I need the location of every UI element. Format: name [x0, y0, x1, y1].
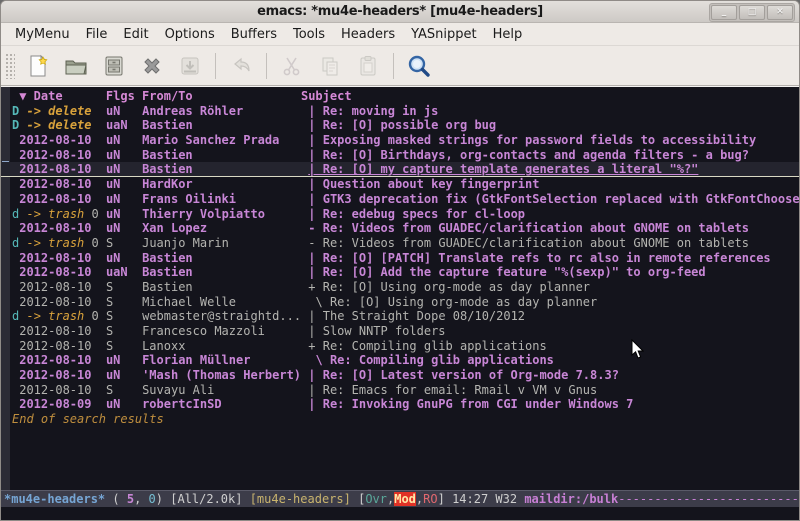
modeline-plain: ): [156, 492, 170, 506]
mode-line[interactable]: *mu4e-headers* ( 5, 0) [All/2.0k] [mu4e-…: [1, 490, 799, 507]
headers-list: ▼ Date Flgs From/To SubjectD -> delete u…: [12, 89, 799, 427]
menu-item-mymenu[interactable]: MyMenu: [7, 24, 78, 45]
end-of-search-results: End of search results: [12, 412, 799, 427]
message-row[interactable]: D -> delete uN Andreas Röhler | Re: movi…: [12, 104, 799, 119]
message-row[interactable]: 2012-08-10 uN Bastien | Re: [O] Birthday…: [12, 148, 799, 163]
file-cabinet-icon[interactable]: [97, 50, 131, 82]
undo-icon: [224, 50, 258, 82]
modeline-mod: Mod: [394, 492, 416, 506]
open-folder-icon[interactable]: [59, 50, 93, 82]
left-fringe[interactable]: [1, 87, 10, 490]
message-row[interactable]: 2012-08-10 S Francesco Mazzoli | Slow NN…: [12, 324, 799, 339]
toolbar-separator: [393, 53, 394, 79]
message-row[interactable]: 2012-08-10 uN Frans Oilinki | GTK3 depre…: [12, 192, 799, 207]
message-row[interactable]: 2012-08-10 S Suvayu Ali | Re: Emacs for …: [12, 383, 799, 398]
new-file-icon[interactable]: [21, 50, 55, 82]
cut-icon: [275, 50, 309, 82]
save-icon: [173, 50, 207, 82]
modeline-maildir: maildir:/bulk: [524, 492, 618, 506]
menu-item-help[interactable]: Help: [485, 24, 531, 45]
message-row[interactable]: d -> trash 0 S Juanjo Marin - Re: Videos…: [12, 236, 799, 251]
paste-icon: [351, 50, 385, 82]
modeline-plain: ,: [134, 492, 148, 506]
message-row[interactable]: 2012-08-10 uN Florian Müllner \ Re: Comp…: [12, 353, 799, 368]
toolbar-separator: [215, 53, 216, 79]
menu-item-tools[interactable]: Tools: [285, 24, 333, 45]
maximize-button[interactable]: □: [739, 5, 765, 20]
modeline-plain: [All/2.0k]: [170, 492, 249, 506]
modeline-plain: (: [105, 492, 127, 506]
search-icon[interactable]: [402, 50, 436, 82]
menu-item-options[interactable]: Options: [157, 24, 223, 45]
modeline-plain: ]: [438, 492, 452, 506]
modeline-count-cyan: 0: [149, 492, 156, 506]
column-headers[interactable]: ▼ Date Flgs From/To Subject: [12, 89, 799, 104]
menu-item-headers[interactable]: Headers: [333, 24, 403, 45]
message-row[interactable]: 2012-08-10 uaN Bastien | Re: [O] Add the…: [12, 265, 799, 280]
menu-bar: MyMenuFileEditOptionsBuffersToolsHeaders…: [1, 23, 799, 46]
menu-item-edit[interactable]: Edit: [115, 24, 156, 45]
message-row[interactable]: 2012-08-10 S Michael Welle \ Re: [O] Usi…: [12, 295, 799, 310]
copy-icon: [313, 50, 347, 82]
message-row[interactable]: D -> delete uaN Bastien | Re: [O] possib…: [12, 118, 799, 133]
modeline-ovr: Ovr: [365, 492, 387, 506]
echo-area[interactable]: [1, 507, 799, 521]
modeline-buffer-name: *mu4e-headers*: [4, 492, 105, 506]
toolbar-separator: [266, 53, 267, 79]
modeline-ro: RO: [423, 492, 437, 506]
message-row[interactable]: 2012-08-10 uN Xan Lopez - Re: Videos fro…: [12, 221, 799, 236]
emacs-window: emacs: *mu4e-headers* [mu4e-headers] _□✕…: [0, 0, 800, 521]
modeline-major-mode: [mu4e-headers]: [250, 492, 358, 506]
window-controls: _□✕: [709, 3, 795, 22]
message-row[interactable]: 2012-08-10 uN HardKor | Question about k…: [12, 177, 799, 192]
mu4e-headers-buffer: ▼ Date Flgs From/To SubjectD -> delete u…: [1, 86, 799, 490]
message-row[interactable]: d -> trash 0 uN Thierry Volpiatto | Re: …: [12, 207, 799, 222]
message-row[interactable]: d -> trash 0 S webmaster@straightd... | …: [12, 309, 799, 324]
window-title: emacs: *mu4e-headers* [mu4e-headers]: [257, 4, 543, 19]
toolbar-icons: [19, 50, 438, 82]
message-row[interactable]: 2012-08-10 S Bastien + Re: [O] Using org…: [12, 280, 799, 295]
message-row-current[interactable]: 2012-08-10 uN Bastien | Re: [O] my captu…: [1, 162, 799, 177]
title-bar[interactable]: emacs: *mu4e-headers* [mu4e-headers] _□✕: [1, 1, 799, 23]
message-row[interactable]: 2012-08-10 uN Bastien | Re: [O] [PATCH] …: [12, 251, 799, 266]
modeline-plain: 14:27 W32: [452, 492, 524, 506]
menu-item-file[interactable]: File: [78, 24, 116, 45]
menu-item-yasnippet[interactable]: YASnippet: [403, 24, 485, 45]
message-row[interactable]: 2012-08-10 uN Mario Sanchez Prada | Expo…: [12, 133, 799, 148]
close-button[interactable]: ✕: [767, 5, 793, 20]
menu-item-buffers[interactable]: Buffers: [223, 24, 285, 45]
message-row[interactable]: 2012-08-10 S Lanoxx + Re: Compiling glib…: [12, 339, 799, 354]
modeline-dashes: ------------------------------: [618, 492, 799, 506]
minimize-button[interactable]: _: [711, 5, 737, 20]
toolbar-grip[interactable]: [5, 53, 15, 79]
modeline-count-violet: 5: [127, 492, 134, 506]
close-x-icon[interactable]: [135, 50, 169, 82]
message-row[interactable]: 2012-08-09 uN robertcInSD | Re: Invoking…: [12, 397, 799, 412]
tool-bar: [1, 46, 799, 86]
message-row[interactable]: 2012-08-10 uN 'Mash (Thomas Herbert) | R…: [12, 368, 799, 383]
